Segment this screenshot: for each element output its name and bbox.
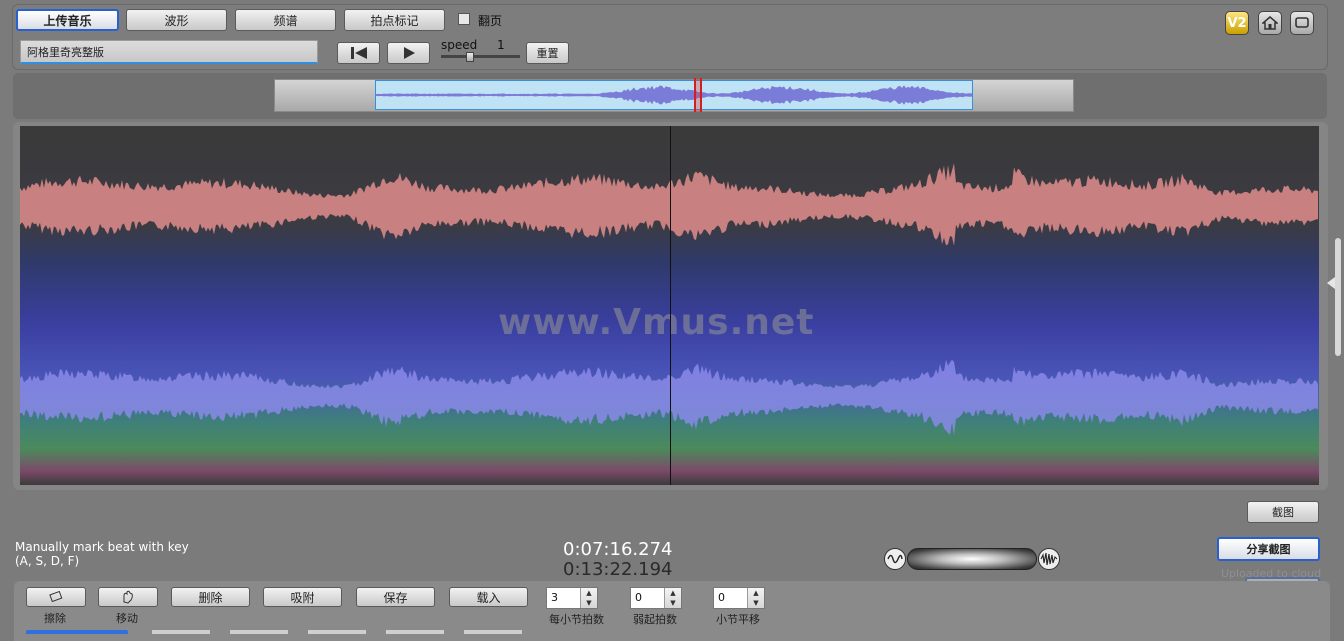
beats-per-bar-input[interactable]: 3 ▲ ▼ [546,587,598,609]
v2-icon[interactable]: V2 [1225,11,1249,35]
beat-hint-line1: Manually mark beat with key [15,540,189,554]
watermark-text: www.Vmus.net [498,302,815,343]
reset-speed-button[interactable]: 重置 [526,42,569,64]
bar-shift-label: 小节平移 [716,613,760,626]
snap-button[interactable]: 吸附 [263,587,342,607]
screenshot-button[interactable]: 截图 [1247,501,1319,523]
beat-mark-tab[interactable]: 拍点标记 [344,9,445,31]
spectrum-tab[interactable]: 频谱 [235,9,336,31]
screen-glyph-icon [1295,17,1309,28]
overview-selection[interactable] [375,80,973,110]
time-total: 0:13:22.194 [563,559,673,580]
speed-slider-thumb[interactable] [466,52,475,62]
fullscreen-icon[interactable] [1290,11,1314,35]
move-label: 移动 [116,612,138,625]
load-button[interactable]: 载入 [449,587,528,607]
speed-slider-track[interactable] [441,55,520,58]
save-button[interactable]: 保存 [356,587,435,607]
speed-label: speed [441,38,478,52]
upload-music-button[interactable]: 上传音乐 [16,9,119,31]
delete-button[interactable]: 删除 [171,587,250,607]
level-knob[interactable] [907,548,1037,570]
beats-per-bar-label: 每小节拍数 [549,613,604,626]
collapse-arrow-icon[interactable] [1327,277,1335,289]
erase-label: 擦除 [44,612,66,625]
next-row-tab-3[interactable] [230,630,288,634]
pickup-beats-label: 弱起拍数 [633,613,677,626]
waveform-tab[interactable]: 波形 [126,9,227,31]
share-screenshot-button[interactable]: 分享截图 [1217,537,1320,561]
high-wave-icon[interactable] [1038,548,1060,570]
overview-cursor[interactable] [694,78,702,112]
page-flip-label: 翻页 [478,14,503,28]
beats-per-bar-stepper[interactable]: ▲ ▼ [580,588,597,608]
next-row-tab-4[interactable] [308,630,366,634]
beats-per-bar-value: 3 [551,591,558,604]
low-wave-icon[interactable] [884,548,906,570]
play-icon [403,47,415,59]
bar-shift-stepper[interactable]: ▲ ▼ [747,588,764,608]
next-row-tab-6[interactable] [464,630,522,634]
page-flip-checkbox[interactable] [458,13,470,25]
pickup-beats-value: 0 [635,591,642,604]
skip-back-icon [350,47,367,59]
song-title-field[interactable]: 阿格里奇亮整版 [20,40,318,64]
spectrogram-view[interactable]: www.Vmus.net [20,126,1319,485]
move-button[interactable] [98,587,158,607]
overview-waveform [376,85,972,105]
pickup-beats-input[interactable]: 0 ▲ ▼ [630,587,682,609]
speed-value: 1 [497,38,505,52]
home-icon[interactable] [1258,11,1282,35]
eraser-icon [49,591,63,603]
play-button[interactable] [387,42,430,64]
rewind-button[interactable] [337,42,380,64]
next-row-tab-5[interactable] [386,630,444,634]
erase-button[interactable] [26,587,86,607]
next-row-tab-2[interactable] [152,630,210,634]
bar-shift-input[interactable]: 0 ▲ ▼ [713,587,765,609]
beat-hint-line2: (A, S, D, F) [15,554,80,568]
hand-icon [123,590,133,604]
bar-shift-value: 0 [718,591,725,604]
next-row-active-tab[interactable] [26,630,128,634]
pickup-beats-stepper[interactable]: ▲ ▼ [664,588,681,608]
beat-hint: Manually mark beat with key (A, S, D, F) [15,540,189,568]
home-glyph-icon [1262,16,1278,30]
vertical-scrollbar[interactable] [1335,238,1341,356]
time-current: 0:07:16.274 [563,539,673,560]
playhead-line[interactable] [670,126,671,485]
